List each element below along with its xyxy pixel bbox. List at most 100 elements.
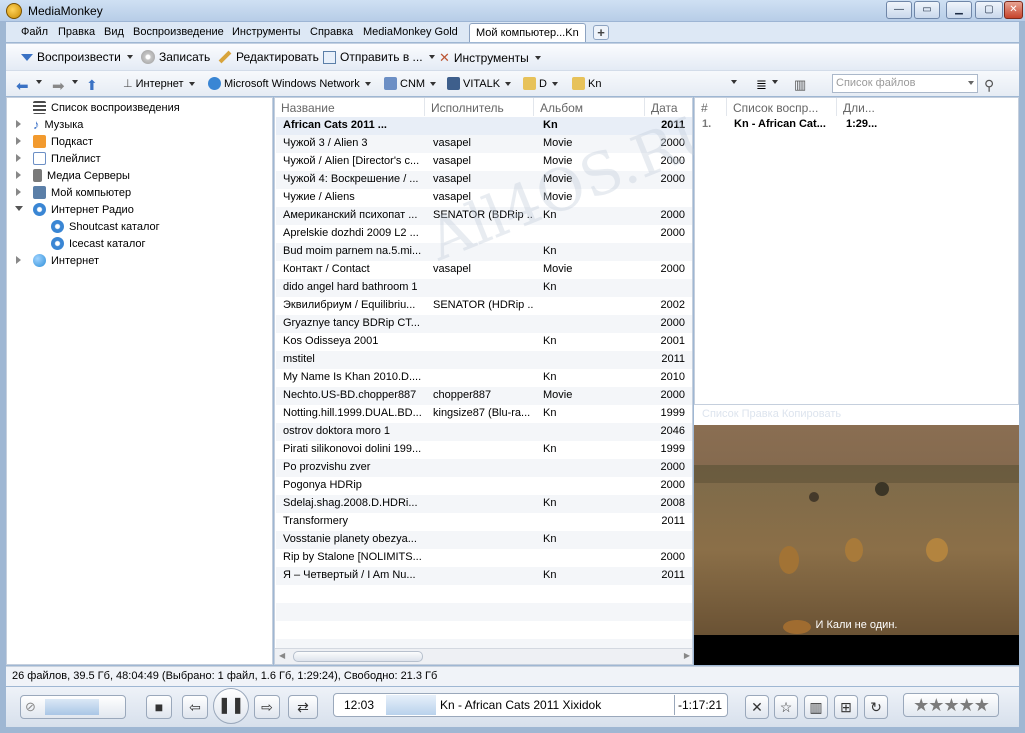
expand-icon[interactable] bbox=[16, 256, 21, 264]
column-header-album[interactable]: Альбом bbox=[534, 98, 645, 116]
table-row[interactable]: Bud moim parnem na.5.mi... Kn bbox=[276, 243, 692, 261]
table-row[interactable]: Контакт / Contact vasapel Movie 2000 bbox=[276, 261, 692, 279]
repeat-button[interactable]: ↻ bbox=[864, 695, 888, 719]
tree-item-shoutcast[interactable]: Shoutcast каталог bbox=[51, 218, 160, 235]
volume-slider[interactable]: ⊘ bbox=[20, 695, 126, 719]
table-row[interactable]: Эквилибриум / Equilibriu... SENATOR (HDRi… bbox=[276, 297, 692, 315]
pause-button[interactable]: ❚❚ bbox=[213, 688, 249, 724]
menu-file[interactable]: Файл bbox=[21, 26, 48, 38]
expand-icon[interactable] bbox=[16, 154, 21, 162]
expand-icon[interactable] bbox=[16, 188, 21, 196]
chevron-down-icon[interactable] bbox=[70, 80, 78, 84]
table-row[interactable]: Aprelskie dozhdi 2009 L2 ... 2000 bbox=[276, 225, 692, 243]
column-header-artist[interactable]: Исполнитель bbox=[425, 98, 534, 116]
star-icon[interactable]: ★ bbox=[959, 695, 975, 715]
breadcrumb-network[interactable]: Microsoft Windows Network bbox=[208, 77, 371, 90]
table-row[interactable]: Pirati silikonovoi dolini 199... Kn 1999 bbox=[276, 441, 692, 459]
breadcrumb-cnm[interactable]: CNM bbox=[384, 77, 437, 90]
tree-item-podcast[interactable]: Подкаст bbox=[33, 133, 93, 150]
mute-icon[interactable]: ⊘ bbox=[25, 696, 36, 718]
table-row[interactable]: Po prozvishu zver 2000 bbox=[276, 459, 692, 477]
scroll-left-icon[interactable]: ◀ bbox=[279, 651, 285, 660]
expand-icon[interactable] bbox=[16, 120, 21, 128]
maximize-button[interactable]: ▢ bbox=[975, 1, 1003, 19]
seek-progress[interactable] bbox=[386, 695, 436, 715]
play-button[interactable]: Воспроизвести bbox=[21, 50, 133, 64]
table-row[interactable]: Vosstanie planety obezya... Kn bbox=[276, 531, 692, 549]
breadcrumb-kn[interactable]: Kn bbox=[572, 77, 601, 90]
record-button[interactable]: Записать bbox=[141, 50, 210, 64]
table-row[interactable]: Transformery 2011 bbox=[276, 513, 692, 531]
minimize-window-button[interactable]: ▁ bbox=[946, 1, 972, 19]
view-list-icon[interactable]: ≣ bbox=[756, 77, 767, 93]
star-icon[interactable]: ★ bbox=[928, 695, 944, 715]
track-display[interactable]: 12:03 Kn - African Cats 2011 Xixidok -1:… bbox=[333, 693, 728, 717]
table-row[interactable]: mstitel 2011 bbox=[276, 351, 692, 369]
up-folder-icon[interactable]: ⬆ bbox=[86, 77, 98, 94]
tree-item-my-computer[interactable]: Мой компьютер bbox=[33, 184, 131, 201]
table-row[interactable]: Kos Odisseya 2001 Kn 2001 bbox=[276, 333, 692, 351]
next-button[interactable]: ⇨ bbox=[254, 695, 280, 719]
tree-item-media-servers[interactable]: Медиа Серверы bbox=[33, 167, 130, 184]
tree-item-icecast[interactable]: Icecast каталог bbox=[51, 235, 146, 252]
table-row[interactable]: Notting.hill.1999.DUAL.BD... kingsize87 (… bbox=[276, 405, 692, 423]
video-preview[interactable]: И Кали не один. bbox=[694, 425, 1019, 665]
np-column-title[interactable]: Список воспр... bbox=[727, 98, 837, 116]
minimize-button[interactable]: — bbox=[886, 1, 912, 19]
tree-item-internet[interactable]: Интернет bbox=[33, 252, 99, 269]
star-icon[interactable]: ★ bbox=[974, 695, 990, 715]
equalizer-button[interactable]: ▥ bbox=[804, 695, 828, 719]
breadcrumb-dropdown[interactable] bbox=[729, 80, 737, 84]
favorite-button[interactable]: ☆ bbox=[774, 695, 798, 719]
forward-arrow-icon[interactable]: ➡ bbox=[52, 77, 65, 95]
send-to-button[interactable]: Отправить в ... bbox=[323, 50, 435, 64]
columns-icon[interactable]: ▥ bbox=[794, 77, 806, 93]
table-row[interactable]: Чужой 4: Воскрешение / ... vasapel Movie 20… bbox=[276, 171, 692, 189]
chevron-down-icon[interactable] bbox=[770, 80, 778, 84]
tree-item-playlist[interactable]: Плейлист bbox=[33, 150, 101, 167]
np-row[interactable]: 1. Kn - African Cat... 1:29... bbox=[696, 116, 1019, 134]
tree-item-internet-radio[interactable]: Интернет Радио bbox=[33, 201, 134, 218]
previous-button[interactable]: ⇦ bbox=[182, 695, 208, 719]
menu-edit[interactable]: Правка bbox=[58, 26, 95, 38]
tools-button[interactable]: ✕ Инструменты bbox=[439, 50, 541, 66]
table-row[interactable]: Чужие / Aliens vasapel Movie bbox=[276, 189, 692, 207]
menu-gold[interactable]: MediaMonkey Gold bbox=[363, 26, 458, 38]
search-input[interactable]: Список файлов bbox=[832, 74, 978, 93]
menu-help[interactable]: Справка bbox=[310, 26, 353, 38]
close-track-button[interactable]: ✕ bbox=[745, 695, 769, 719]
close-button[interactable]: ✕ bbox=[1004, 1, 1023, 19]
menu-view[interactable]: Вид bbox=[104, 26, 124, 38]
table-row[interactable]: My Name Is Khan 2010.D.... Kn 2010 bbox=[276, 369, 692, 387]
table-row[interactable]: dido angel hard bathroom 1 Kn bbox=[276, 279, 692, 297]
stop-button[interactable]: ■ bbox=[146, 695, 172, 719]
rating-stars[interactable]: ★★★★★ bbox=[903, 693, 999, 717]
collapse-icon[interactable] bbox=[15, 206, 23, 211]
table-row[interactable]: Rip by Stalone [NOLIMITS... 2000 bbox=[276, 549, 692, 567]
table-row[interactable]: Я – Четвертый / I Am Nu... Kn 2011 bbox=[276, 567, 692, 585]
breadcrumb-internet[interactable]: ⊥ Интернет bbox=[123, 77, 195, 90]
horizontal-scrollbar[interactable]: ◀ ▶ bbox=[275, 648, 692, 664]
expand-icon[interactable] bbox=[16, 137, 21, 145]
breadcrumb-d[interactable]: D bbox=[523, 77, 558, 90]
star-icon[interactable]: ★ bbox=[913, 695, 929, 715]
table-row[interactable]: Чужой / Alien [Director's c... vasapel Mov… bbox=[276, 153, 692, 171]
np-column-number[interactable]: # bbox=[695, 98, 727, 116]
breadcrumb-vitalk[interactable]: VITALK bbox=[447, 77, 512, 90]
column-header-title[interactable]: Название bbox=[275, 98, 425, 116]
chevron-down-icon[interactable] bbox=[34, 80, 42, 84]
search-icon[interactable]: ⚲ bbox=[984, 77, 994, 94]
column-header-date[interactable]: Дата bbox=[645, 98, 692, 116]
table-row[interactable]: Американский психопат ... SENATOR (BDRip … bbox=[276, 207, 692, 225]
restore-button[interactable]: ▭ bbox=[914, 1, 940, 19]
menu-playback[interactable]: Воспроизведение bbox=[133, 26, 224, 38]
scrollbar-thumb[interactable] bbox=[293, 651, 423, 662]
shuffle-button[interactable]: ⇄ bbox=[288, 695, 318, 719]
add-to-playlist-button[interactable]: ⊞ bbox=[834, 695, 858, 719]
expand-icon[interactable] bbox=[16, 171, 21, 179]
table-row[interactable]: Pogonya HDRip 2000 bbox=[276, 477, 692, 495]
tree-item-now-playing[interactable]: Список воспроизведения bbox=[33, 99, 180, 116]
tab-my-computer[interactable]: Мой компьютер...Kn bbox=[469, 23, 586, 42]
menu-tools[interactable]: Инструменты bbox=[232, 26, 301, 38]
table-row[interactable]: African Cats 2011 ... Kn 2011 bbox=[276, 117, 692, 135]
